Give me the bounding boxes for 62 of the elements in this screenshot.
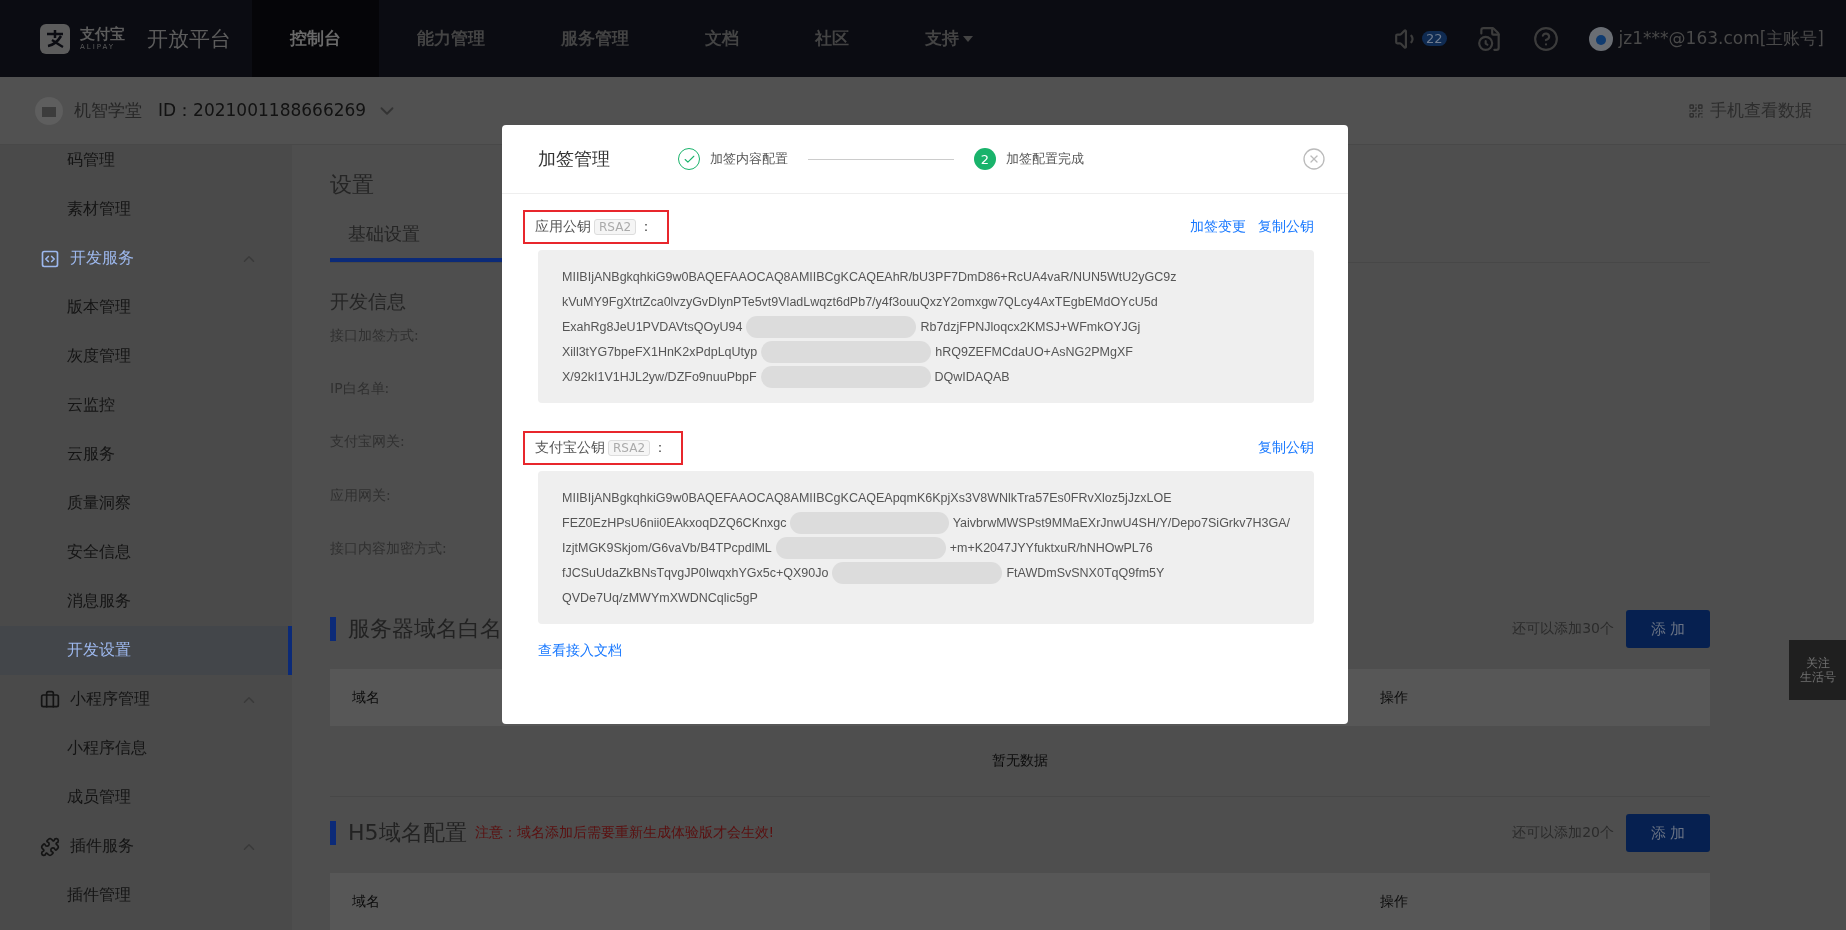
key-text: IzjtMGK9Skjom/G6vaVb/B4TPcpdlML [562, 540, 772, 555]
warning-note: 注意：域名添加后需要重新生成体验版才会生效! [474, 824, 775, 842]
add-button[interactable]: 添 加 [1626, 814, 1710, 852]
logo-icon [40, 23, 70, 54]
sidebar-group[interactable]: 开发服务 [0, 234, 292, 283]
key-type-tag: RSA2 [594, 219, 637, 235]
key-text: Xill3tYG7bpeFX1HnK2xPdpLqUtyp [562, 344, 758, 359]
key-text: QVDe7Uq/zMWYmXWDNCqlic5gP [562, 590, 758, 605]
key-text: ExahRg8JeU1PVDAVtsQOyU94 [562, 319, 743, 334]
modal-title: 加签管理 [538, 147, 611, 171]
close-icon[interactable] [1302, 147, 1326, 171]
key-link[interactable]: 复制公钥 [1258, 218, 1314, 236]
qr-code-icon [1688, 102, 1704, 119]
step-label: 加签内容配置 [710, 150, 788, 168]
key-text: +m+K2047JYYfuktxuR/hNHOwPL76 [949, 540, 1153, 555]
key-text: DQwIDAQAB [934, 369, 1010, 384]
key-label: 支付宝公钥 [535, 439, 605, 457]
account-name[interactable]: jz1***@163.com[主账号] [1618, 27, 1824, 50]
key-type-tag: RSA2 [608, 440, 651, 456]
app-id: ID：2021001188666269 [158, 99, 367, 122]
key-link[interactable]: 复制公钥 [1258, 439, 1314, 457]
code-icon [40, 248, 60, 269]
nav-item[interactable]: 支持 [887, 0, 1011, 77]
platform-title: 开放平台 [147, 25, 231, 53]
colon: ： [653, 439, 668, 457]
column-header: 操作 [1380, 892, 1408, 911]
step-label: 加签配置完成 [1006, 150, 1084, 168]
nav-item[interactable]: 能力管理 [379, 0, 523, 77]
key-text: fJCSuUdaZkBNsTqvgJP0IwqxhYGx5c+QX90Jo [562, 565, 829, 580]
key-text: X/92kI1V1HJL2yw/DZFo9nuuPbpF [562, 369, 757, 384]
key-text: kVuMY9FgXtrtZca0lvzyGvDlynPTe5vt9VladLwqzt6dPb7/y4f3ouuQxzY2omxgw7QLcy4AxTEgbEMdOYcU5d [562, 294, 1158, 309]
key-text: Rb7dzjFPNJloqcx2KMSJ+WFmkOYJGj [920, 319, 1141, 334]
nav-item[interactable]: 服务管理 [523, 0, 667, 77]
empty-text: 暂无数据 [330, 726, 1710, 797]
doc-link[interactable]: 查看接入文档 [538, 642, 1314, 660]
sidebar-item[interactable]: 开发设置 [0, 626, 292, 675]
document-clock-icon[interactable] [1476, 25, 1503, 52]
puzzle-icon [40, 836, 60, 857]
key-text: FEZ0EzHPsU6nii0EAkxoqDZQ6CKnxgc [562, 515, 787, 530]
help-icon[interactable] [1532, 25, 1559, 52]
nav-item[interactable]: 文档 [667, 0, 777, 77]
notice-count: 22 [1422, 31, 1447, 46]
key-text: MIIBIjANBgkqhkiG9w0BAQEFAAOCAQ8AMIIBCgKCAQEAhR/bU3PF7DmD86+RcUA4vaR/NUN5WtU2yGC9z [562, 269, 1177, 284]
key-text: YaivbrwMWSPst9MMaEXrJnwU4SH/Y/Depo7SiGrkv7H3GA/ [952, 515, 1290, 530]
app-logo [34, 95, 64, 126]
nav-item[interactable]: 控制台 [252, 0, 379, 77]
column-header: 域名 [352, 688, 380, 707]
key-text: FtAWDmSvSNX0TqQ9fm5Y [1006, 565, 1165, 580]
column-header: 域名 [352, 892, 380, 911]
nav-item[interactable]: 社区 [777, 0, 887, 77]
logo-name: 支付宝 [80, 26, 125, 42]
key-text: hRQ9ZEFMCdaUO+AsNG2PMgXF [935, 344, 1133, 359]
step-number: 2 [974, 148, 996, 170]
add-button[interactable]: 添 加 [1626, 610, 1710, 648]
follow-button[interactable]: 关注 生活号 [1789, 640, 1846, 700]
colon: ： [639, 218, 654, 236]
key-text: MIIBIjANBgkqhkiG9w0BAQEFAAOCAQ8AMIIBCgKCAQEApqmK6KpjXs3V8WNlkTra57Es0FRvXloz5jJzxLOE [562, 490, 1172, 505]
key-label: 应用公钥 [535, 218, 591, 236]
key-link[interactable]: 加签变更 [1190, 218, 1246, 236]
column-header: 操作 [1380, 688, 1408, 707]
briefcase-icon [40, 689, 60, 710]
avatar[interactable] [1588, 26, 1613, 51]
